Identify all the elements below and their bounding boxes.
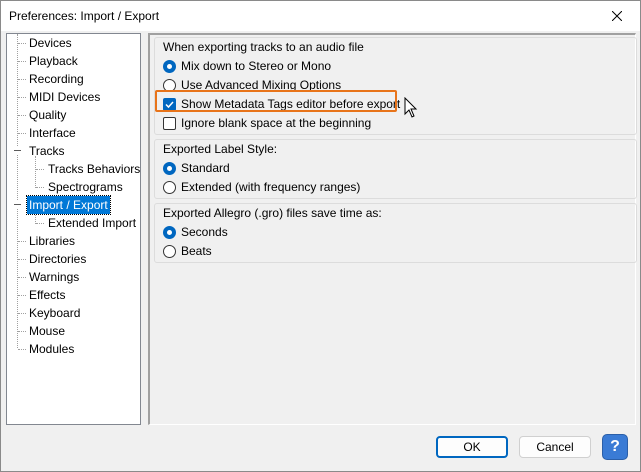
group-title: Exported Label Style: bbox=[163, 142, 278, 156]
sidebar-item-recording[interactable]: Recording bbox=[27, 70, 86, 88]
sidebar-item-spectrograms[interactable]: Spectrograms bbox=[46, 178, 125, 196]
radio-selected-icon bbox=[163, 225, 176, 239]
mix-stereo-radio[interactable]: Mix down to Stereo or Mono bbox=[163, 57, 331, 75]
option-label: Standard bbox=[181, 161, 230, 175]
group-title: Exported Allegro (.gro) files save time … bbox=[163, 206, 382, 220]
sidebar-item-tracks[interactable]: Tracks bbox=[27, 142, 67, 160]
collapse-icon[interactable] bbox=[13, 200, 22, 209]
option-label: Use Advanced Mixing Options bbox=[181, 78, 342, 92]
sidebar-item-devices[interactable]: Devices bbox=[27, 34, 74, 52]
sidebar-item-keyboard[interactable]: Keyboard bbox=[27, 304, 82, 322]
checkmark-icon bbox=[163, 97, 176, 111]
ok-button[interactable]: OK bbox=[436, 436, 508, 458]
cancel-button[interactable]: Cancel bbox=[519, 436, 591, 458]
tree-line bbox=[36, 169, 44, 170]
tree-line bbox=[35, 156, 36, 188]
option-label: Beats bbox=[181, 244, 212, 258]
sidebar-item-playback[interactable]: Playback bbox=[27, 52, 80, 70]
radio-icon bbox=[163, 244, 176, 258]
sidebar-item-warnings[interactable]: Warnings bbox=[27, 268, 81, 286]
sidebar-item-tracks-behaviors[interactable]: Tracks Behaviors bbox=[46, 160, 142, 178]
sidebar-item-libraries[interactable]: Libraries bbox=[27, 232, 77, 250]
tree-line bbox=[36, 223, 44, 224]
group-title: When exporting tracks to an audio file bbox=[163, 40, 364, 54]
sidebar-item-extended-import[interactable]: Extended Import bbox=[46, 214, 138, 232]
sidebar-item-mouse[interactable]: Mouse bbox=[27, 322, 67, 340]
tree-line bbox=[18, 313, 26, 314]
import-export-panel: When exporting tracks to an audio file M… bbox=[148, 33, 637, 425]
ignore-blank-checkbox[interactable]: Ignore blank space at the beginning bbox=[163, 114, 371, 132]
show-metadata-checkbox[interactable]: Show Metadata Tags editor before export bbox=[163, 95, 400, 113]
option-label: Seconds bbox=[181, 225, 228, 239]
close-icon bbox=[612, 11, 622, 21]
sidebar-item-directories[interactable]: Directories bbox=[27, 250, 88, 268]
advanced-mixing-radio[interactable]: Use Advanced Mixing Options bbox=[163, 76, 341, 94]
tree-line bbox=[18, 79, 26, 80]
preferences-window: Preferences: Import / Export Devices Pla… bbox=[0, 0, 641, 472]
option-label: Extended (with frequency ranges) bbox=[181, 180, 361, 194]
export-options-group: When exporting tracks to an audio file M… bbox=[154, 37, 637, 135]
allegro-group: Exported Allegro (.gro) files save time … bbox=[154, 203, 637, 263]
tree-line bbox=[18, 259, 26, 260]
sidebar-item-midi-devices[interactable]: MIDI Devices bbox=[27, 88, 102, 106]
checkbox-icon bbox=[163, 116, 176, 130]
tree-line bbox=[18, 241, 26, 242]
close-button[interactable] bbox=[594, 1, 640, 31]
sidebar-item-quality[interactable]: Quality bbox=[27, 106, 68, 124]
tree-line bbox=[18, 295, 26, 296]
tree-line bbox=[18, 97, 26, 98]
sidebar-item-effects[interactable]: Effects bbox=[27, 286, 67, 304]
tree-line bbox=[36, 187, 44, 188]
option-label: Show Metadata Tags editor before export bbox=[181, 97, 401, 111]
radio-icon bbox=[163, 180, 176, 194]
sidebar-item-modules[interactable]: Modules bbox=[27, 340, 76, 358]
tree-line bbox=[18, 133, 26, 134]
help-button[interactable]: ? bbox=[602, 434, 628, 460]
preferences-tree[interactable]: Devices Playback Recording MIDI Devices … bbox=[6, 33, 141, 425]
tree-line bbox=[18, 331, 26, 332]
tree-line bbox=[18, 61, 26, 62]
sidebar-item-import-export[interactable]: Import / Export bbox=[26, 195, 111, 215]
tree-line bbox=[18, 115, 26, 116]
tree-line bbox=[18, 277, 26, 278]
label-style-group: Exported Label Style: Standard Extended … bbox=[154, 139, 637, 199]
seconds-radio[interactable]: Seconds bbox=[163, 223, 228, 241]
beats-radio[interactable]: Beats bbox=[163, 242, 212, 260]
radio-selected-icon bbox=[163, 59, 176, 73]
help-icon: ? bbox=[610, 438, 620, 455]
option-label: Mix down to Stereo or Mono bbox=[181, 59, 332, 73]
radio-selected-icon bbox=[163, 161, 176, 175]
radio-icon bbox=[163, 78, 176, 92]
sidebar-item-interface[interactable]: Interface bbox=[27, 124, 78, 142]
option-label: Ignore blank space at the beginning bbox=[181, 116, 372, 130]
tree-line bbox=[17, 34, 18, 348]
window-title: Preferences: Import / Export bbox=[9, 9, 160, 23]
standard-radio[interactable]: Standard bbox=[163, 159, 230, 177]
title-bar: Preferences: Import / Export bbox=[1, 1, 640, 31]
tree-line bbox=[18, 43, 26, 44]
extended-radio[interactable]: Extended (with frequency ranges) bbox=[163, 178, 360, 196]
mouse-cursor-icon bbox=[404, 97, 418, 118]
tree-line bbox=[18, 349, 26, 350]
collapse-icon[interactable] bbox=[13, 146, 22, 155]
